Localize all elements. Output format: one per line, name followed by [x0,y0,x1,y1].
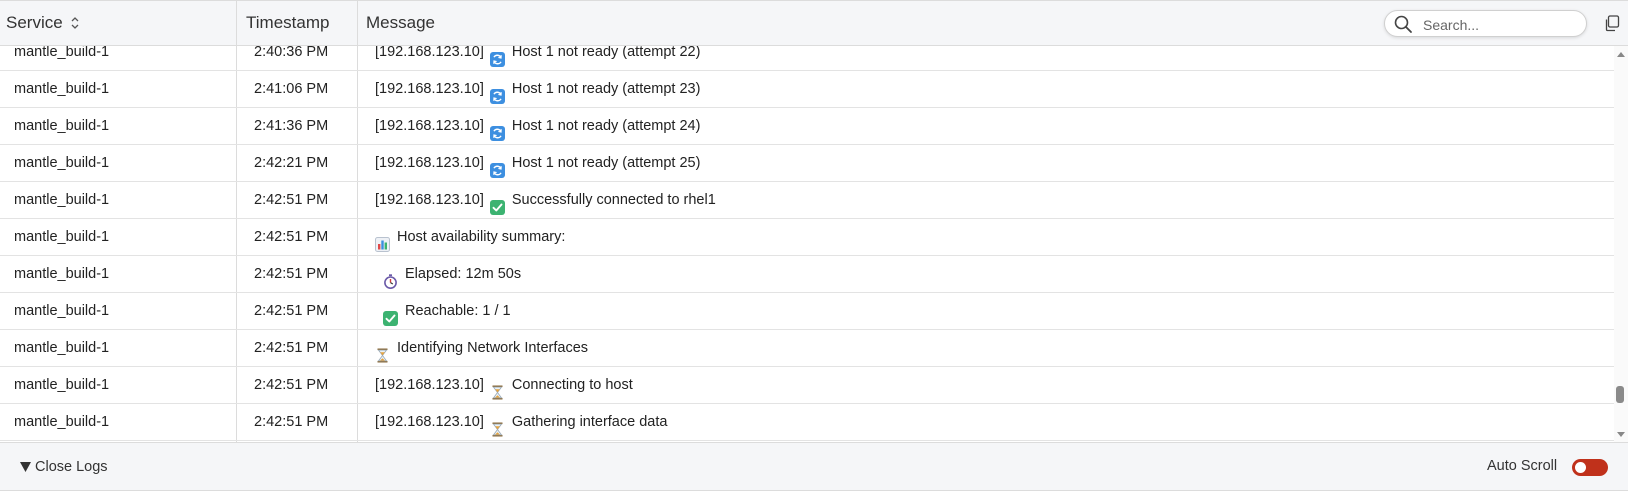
triangle-down-icon [20,462,31,472]
message-text: Connecting to host [511,377,633,393]
host-prefix: [192.168.123.10] [375,81,484,97]
auto-scroll-label: Auto Scroll [1487,458,1558,474]
service-cell: mantle_build-1 [14,414,110,430]
table-row: mantle_build-1 2:42:51 PM Identifying Netw… [0,330,1614,367]
column-header-service[interactable]: Service [6,1,236,45]
timestamp-cell: 2:42:51 PM [254,414,329,430]
message-cell: [192.168.123.10] Host 1 not ready (attemp… [375,46,1575,70]
message-cell: Identifying Network Interfaces [375,330,1575,366]
hourglass-icon [490,378,505,399]
sort-icon[interactable] [70,16,80,30]
message-cell: [192.168.123.10] Host 1 not ready (attemp… [375,71,1575,107]
table-row: mantle_build-1 2:41:36 PM [192.168.123.10]… [0,108,1614,145]
search-input[interactable] [1421,14,1575,35]
bar-chart-icon [375,230,390,252]
service-cell: mantle_build-1 [14,266,110,282]
message-cell: [192.168.123.10] Successfully connected t… [375,182,1575,218]
timestamp-cell: 2:40:36 PM [254,46,329,60]
log-footer: Close Logs Auto Scroll [0,442,1628,491]
table-row: mantle_build-1 2:40:36 PM [192.168.123.10]… [0,46,1614,71]
log-table-body: mantle_build-1 2:40:36 PM [192.168.123.10]… [0,46,1628,442]
refresh-icon [489,119,505,141]
refresh-icon [489,156,505,178]
message-text: Identifying Network Interfaces [397,340,589,356]
message-cell: [192.168.123.10] Gathering interface data [375,404,1575,440]
message-cell: [192.168.123.10] Host 1 not ready (attemp… [375,108,1575,144]
search-box[interactable] [1384,10,1587,37]
check-icon [489,193,505,215]
stopwatch-icon [383,267,398,289]
timestamp-cell: 2:42:51 PM [254,192,329,208]
table-row: mantle_build-1 2:42:51 PM [192.168.123.10]… [0,182,1614,219]
timestamp-cell: 2:42:51 PM [254,229,329,245]
message-text: Successfully connected to rhel1 [511,192,716,208]
message-text: Reachable: 1 / 1 [405,303,511,319]
table-row: mantle_build-1 2:42:51 PM Host availabilit… [0,219,1614,256]
message-cell: [192.168.123.10] Connecting to host [375,367,1575,403]
timestamp-cell: 2:42:51 PM [254,303,329,319]
message-text: Host availability summary: [397,229,566,245]
service-cell: mantle_build-1 [14,155,110,171]
service-cell: mantle_build-1 [14,118,110,134]
timestamp-cell: 2:42:51 PM [254,377,329,393]
close-logs-button[interactable]: Close Logs [20,457,108,477]
table-row: mantle_build-1 2:42:21 PM [192.168.123.10]… [0,145,1614,182]
hourglass-icon [490,415,505,436]
toggle-knob [1575,462,1586,473]
table-row: mantle_build-1 2:42:51 PM Reachable: 1 / 1 [0,293,1614,330]
close-logs-label: Close Logs [35,459,108,475]
table-row: mantle_build-1 2:41:06 PM [192.168.123.10]… [0,71,1614,108]
host-prefix: [192.168.123.10] [375,46,484,60]
service-cell: mantle_build-1 [14,46,110,60]
auto-scroll-toggle[interactable] [1572,459,1608,476]
table-row: mantle_build-1 2:42:51 PM [192.168.123.10]… [0,367,1614,404]
refresh-icon [489,82,505,104]
host-prefix: [192.168.123.10] [375,118,484,134]
message-cell: Host availability summary: [375,219,1575,255]
service-header-label: Service [6,13,63,32]
log-rows: mantle_build-1 2:40:36 PM [192.168.123.10]… [0,46,1614,441]
message-text: Host 1 not ready (attempt 24) [511,118,701,134]
message-text: Host 1 not ready (attempt 23) [511,81,701,97]
message-header-label: Message [366,13,435,32]
scroll-up-arrow-icon[interactable] [1617,51,1625,59]
message-cell: Reachable: 1 / 1 [383,293,1583,329]
check-icon [383,304,398,326]
service-cell: mantle_build-1 [14,377,110,393]
refresh-icon [489,46,505,67]
scroll-down-arrow-icon[interactable] [1617,430,1625,438]
message-text: Elapsed: 12m 50s [405,266,522,282]
table-row: mantle_build-1 2:42:51 PM [192.168.123.10]… [0,404,1614,441]
host-prefix: [192.168.123.10] [375,414,484,430]
timestamp-cell: 2:42:51 PM [254,340,329,356]
host-prefix: [192.168.123.10] [375,192,484,208]
service-cell: mantle_build-1 [14,303,110,319]
timestamp-cell: 2:41:06 PM [254,81,329,97]
column-header-timestamp[interactable]: Timestamp [246,1,356,45]
service-cell: mantle_build-1 [14,340,110,356]
log-viewer: Service Timestamp Message mantle_build [0,0,1628,491]
log-table-header: Service Timestamp Message [0,1,1628,46]
message-text: Host 1 not ready (attempt 22) [511,46,701,60]
timestamp-cell: 2:42:51 PM [254,266,329,282]
service-cell: mantle_build-1 [14,192,110,208]
message-text: Host 1 not ready (attempt 25) [511,155,701,171]
table-row: mantle_build-1 2:42:51 PM Elapsed: 12m 50s [0,256,1614,293]
search-icon [1394,15,1412,33]
service-cell: mantle_build-1 [14,229,110,245]
host-prefix: [192.168.123.10] [375,377,484,393]
timestamp-cell: 2:42:21 PM [254,155,329,171]
message-cell: Elapsed: 12m 50s [383,256,1583,292]
timestamp-cell: 2:41:36 PM [254,118,329,134]
scrollbar-thumb[interactable] [1616,386,1624,403]
message-text: Gathering interface data [511,414,668,430]
vertical-scrollbar[interactable] [1614,46,1628,442]
copy-icon[interactable] [1604,15,1620,32]
timestamp-header-label: Timestamp [246,13,330,32]
host-prefix: [192.168.123.10] [375,155,484,171]
service-cell: mantle_build-1 [14,81,110,97]
message-cell: [192.168.123.10] Host 1 not ready (attemp… [375,145,1575,181]
hourglass-icon [375,341,390,362]
column-header-message[interactable]: Message [366,1,866,45]
